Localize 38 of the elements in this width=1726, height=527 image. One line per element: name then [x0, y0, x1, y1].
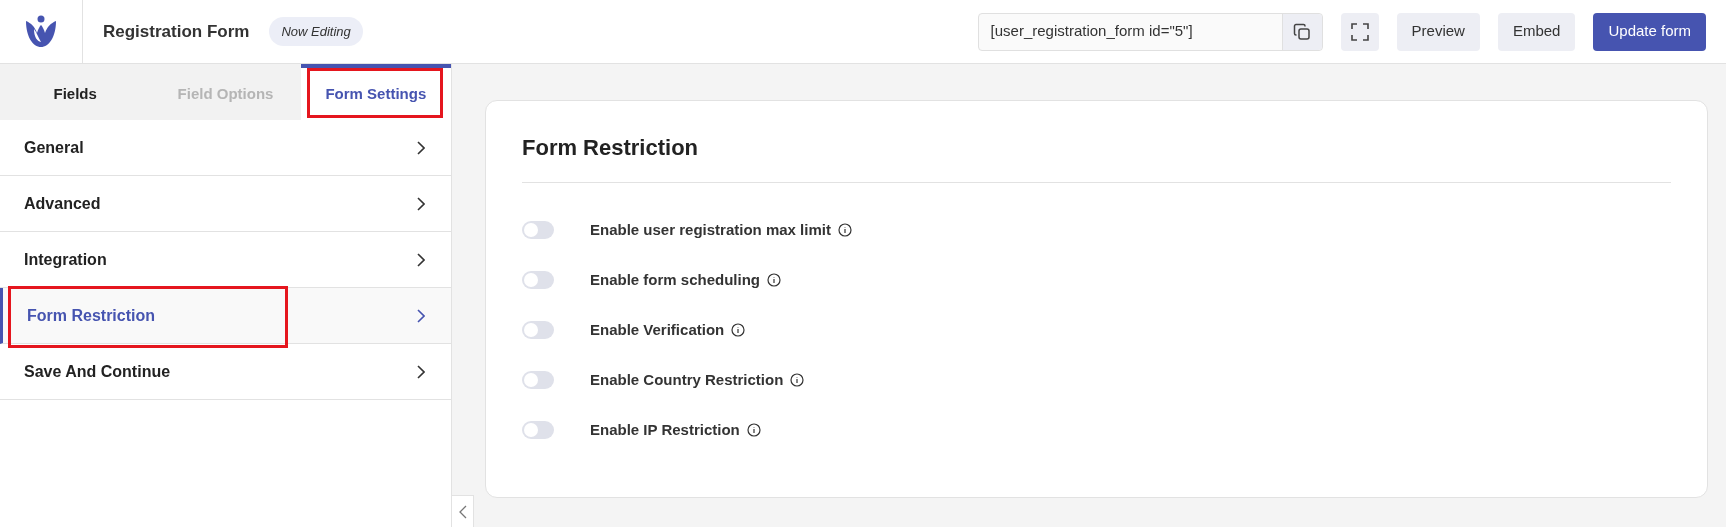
toggle-switch[interactable] — [522, 371, 554, 389]
option-label: Enable form scheduling — [590, 269, 761, 290]
info-icon[interactable] — [731, 323, 746, 337]
chevron-right-icon — [417, 308, 425, 323]
form-title: Registration Form — [103, 20, 250, 43]
sidebar-item[interactable]: General — [0, 120, 451, 176]
chevron-right-icon — [417, 196, 425, 211]
toggle-switch[interactable] — [522, 221, 554, 239]
option-label: Enable Verification — [590, 319, 725, 340]
chevron-right-icon — [417, 252, 425, 267]
action-button[interactable]: Embed — [1497, 12, 1576, 51]
info-icon[interactable] — [746, 423, 761, 437]
sidebar-item[interactable]: Save And Continue — [0, 344, 451, 400]
toggle-switch[interactable] — [522, 271, 554, 289]
chevron-right-icon — [417, 140, 425, 155]
shortcode-field[interactable]: [user_registration_form id="5"] — [977, 12, 1323, 51]
fullscreen-button[interactable] — [1340, 12, 1379, 51]
copy-button[interactable] — [1281, 13, 1322, 50]
copy-icon — [1293, 22, 1312, 41]
info-icon[interactable] — [837, 223, 852, 237]
info-icon[interactable] — [767, 273, 782, 287]
option-label: Enable user registration max limit — [590, 219, 831, 240]
expand-icon — [1350, 22, 1369, 41]
action-button[interactable]: Preview — [1396, 12, 1480, 51]
toggle-switch[interactable] — [522, 321, 554, 339]
toggle-switch[interactable] — [522, 421, 554, 439]
info-icon[interactable] — [790, 373, 805, 387]
sidebar-item[interactable]: Advanced — [0, 176, 451, 232]
panel-title: Form Restriction — [522, 131, 1671, 183]
status-badge: Now Editing — [269, 16, 363, 47]
tab[interactable]: Fields — [0, 64, 151, 120]
tab[interactable]: Form Settings — [300, 64, 451, 120]
update-button[interactable]: Update form — [1593, 12, 1706, 51]
chevron-right-icon — [417, 364, 425, 379]
option-label: Enable Country Restriction — [590, 369, 784, 390]
chevron-left-icon — [458, 504, 467, 519]
option-label: Enable IP Restriction — [590, 419, 740, 440]
logo-icon — [25, 14, 57, 49]
